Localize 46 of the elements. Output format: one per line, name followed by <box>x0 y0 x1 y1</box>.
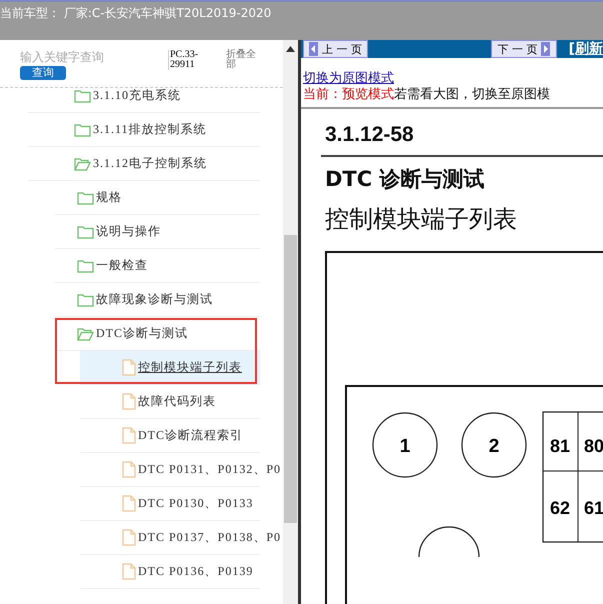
refresh-link[interactable]: [刷新 <box>568 40 603 58</box>
document-item[interactable]: 控制模块端子列表 <box>138 359 242 376</box>
mode-notice: 当前：预览模式若需看大图，切换至原图模 <box>303 87 550 102</box>
terminal-number: 80 <box>584 436 603 456</box>
right-arrow-icon <box>541 42 550 56</box>
folder-item[interactable]: DTC诊断与测试 <box>96 325 188 342</box>
scroll-thumb[interactable] <box>284 235 297 523</box>
terminal-number: 81 <box>550 436 570 456</box>
document-icon <box>122 563 136 580</box>
section-title: DTC 诊断与测试 <box>325 166 486 193</box>
previous-page-button[interactable]: 上 一 页 <box>303 40 368 58</box>
next-page-button[interactable]: 下 一 页 <box>491 40 557 58</box>
query-button[interactable]: 查询 <box>20 66 66 80</box>
document-icon <box>122 529 136 546</box>
document-item[interactable]: DTC P0131、P0132、P0 <box>138 461 282 478</box>
pin-circle: 2 <box>461 412 527 478</box>
window-title: 当前车型： 厂家:C-长安汽车神骐T20L2019-2020 <box>0 6 272 20</box>
folder-item[interactable]: 说明与操作 <box>96 223 161 240</box>
pin-circle: 1 <box>372 412 438 478</box>
original-mode-link[interactable]: 切换为原图模式 <box>303 71 394 87</box>
pin-circle-partial <box>418 526 480 557</box>
folder-item[interactable]: 一般检查 <box>96 257 148 274</box>
document-item[interactable]: 故障代码列表 <box>138 393 216 410</box>
folder-item[interactable]: 规格 <box>96 189 122 206</box>
left-arrow-icon <box>309 42 318 56</box>
page-number: 3.1.12-58 <box>325 123 415 147</box>
document-icon <box>122 461 136 478</box>
document-item[interactable]: DTC P0136、P0139 <box>138 563 254 580</box>
code-label: PC.33-29911 <box>168 50 212 70</box>
folder-item[interactable]: 3.1.10充电系统 <box>93 88 181 104</box>
folder-item[interactable]: 3.1.12电子控制系统 <box>93 155 207 172</box>
collapse-all-button[interactable]: 折叠全部 <box>226 50 260 70</box>
folder-item[interactable]: 故障现象诊断与测试 <box>96 291 213 308</box>
folder-item[interactable]: 3.1.11排放控制系统 <box>93 121 207 138</box>
document-item[interactable]: DTC P0130、P0133 <box>138 495 254 512</box>
terminal-number: 62 <box>550 498 570 518</box>
document-icon <box>122 427 136 444</box>
search-field[interactable]: 输入关键字查询 <box>20 50 160 64</box>
document-icon <box>122 359 136 376</box>
scroll-up-icon[interactable] <box>286 46 295 52</box>
document-item[interactable]: DTC P0137、P0138、P0 <box>138 529 282 546</box>
page-heading: 控制模块端子列表 <box>325 204 518 235</box>
document-item[interactable]: DTC诊断流程索引 <box>138 427 243 444</box>
scrollbar[interactable] <box>283 40 298 604</box>
document-icon <box>122 495 136 512</box>
document-icon <box>122 393 136 410</box>
